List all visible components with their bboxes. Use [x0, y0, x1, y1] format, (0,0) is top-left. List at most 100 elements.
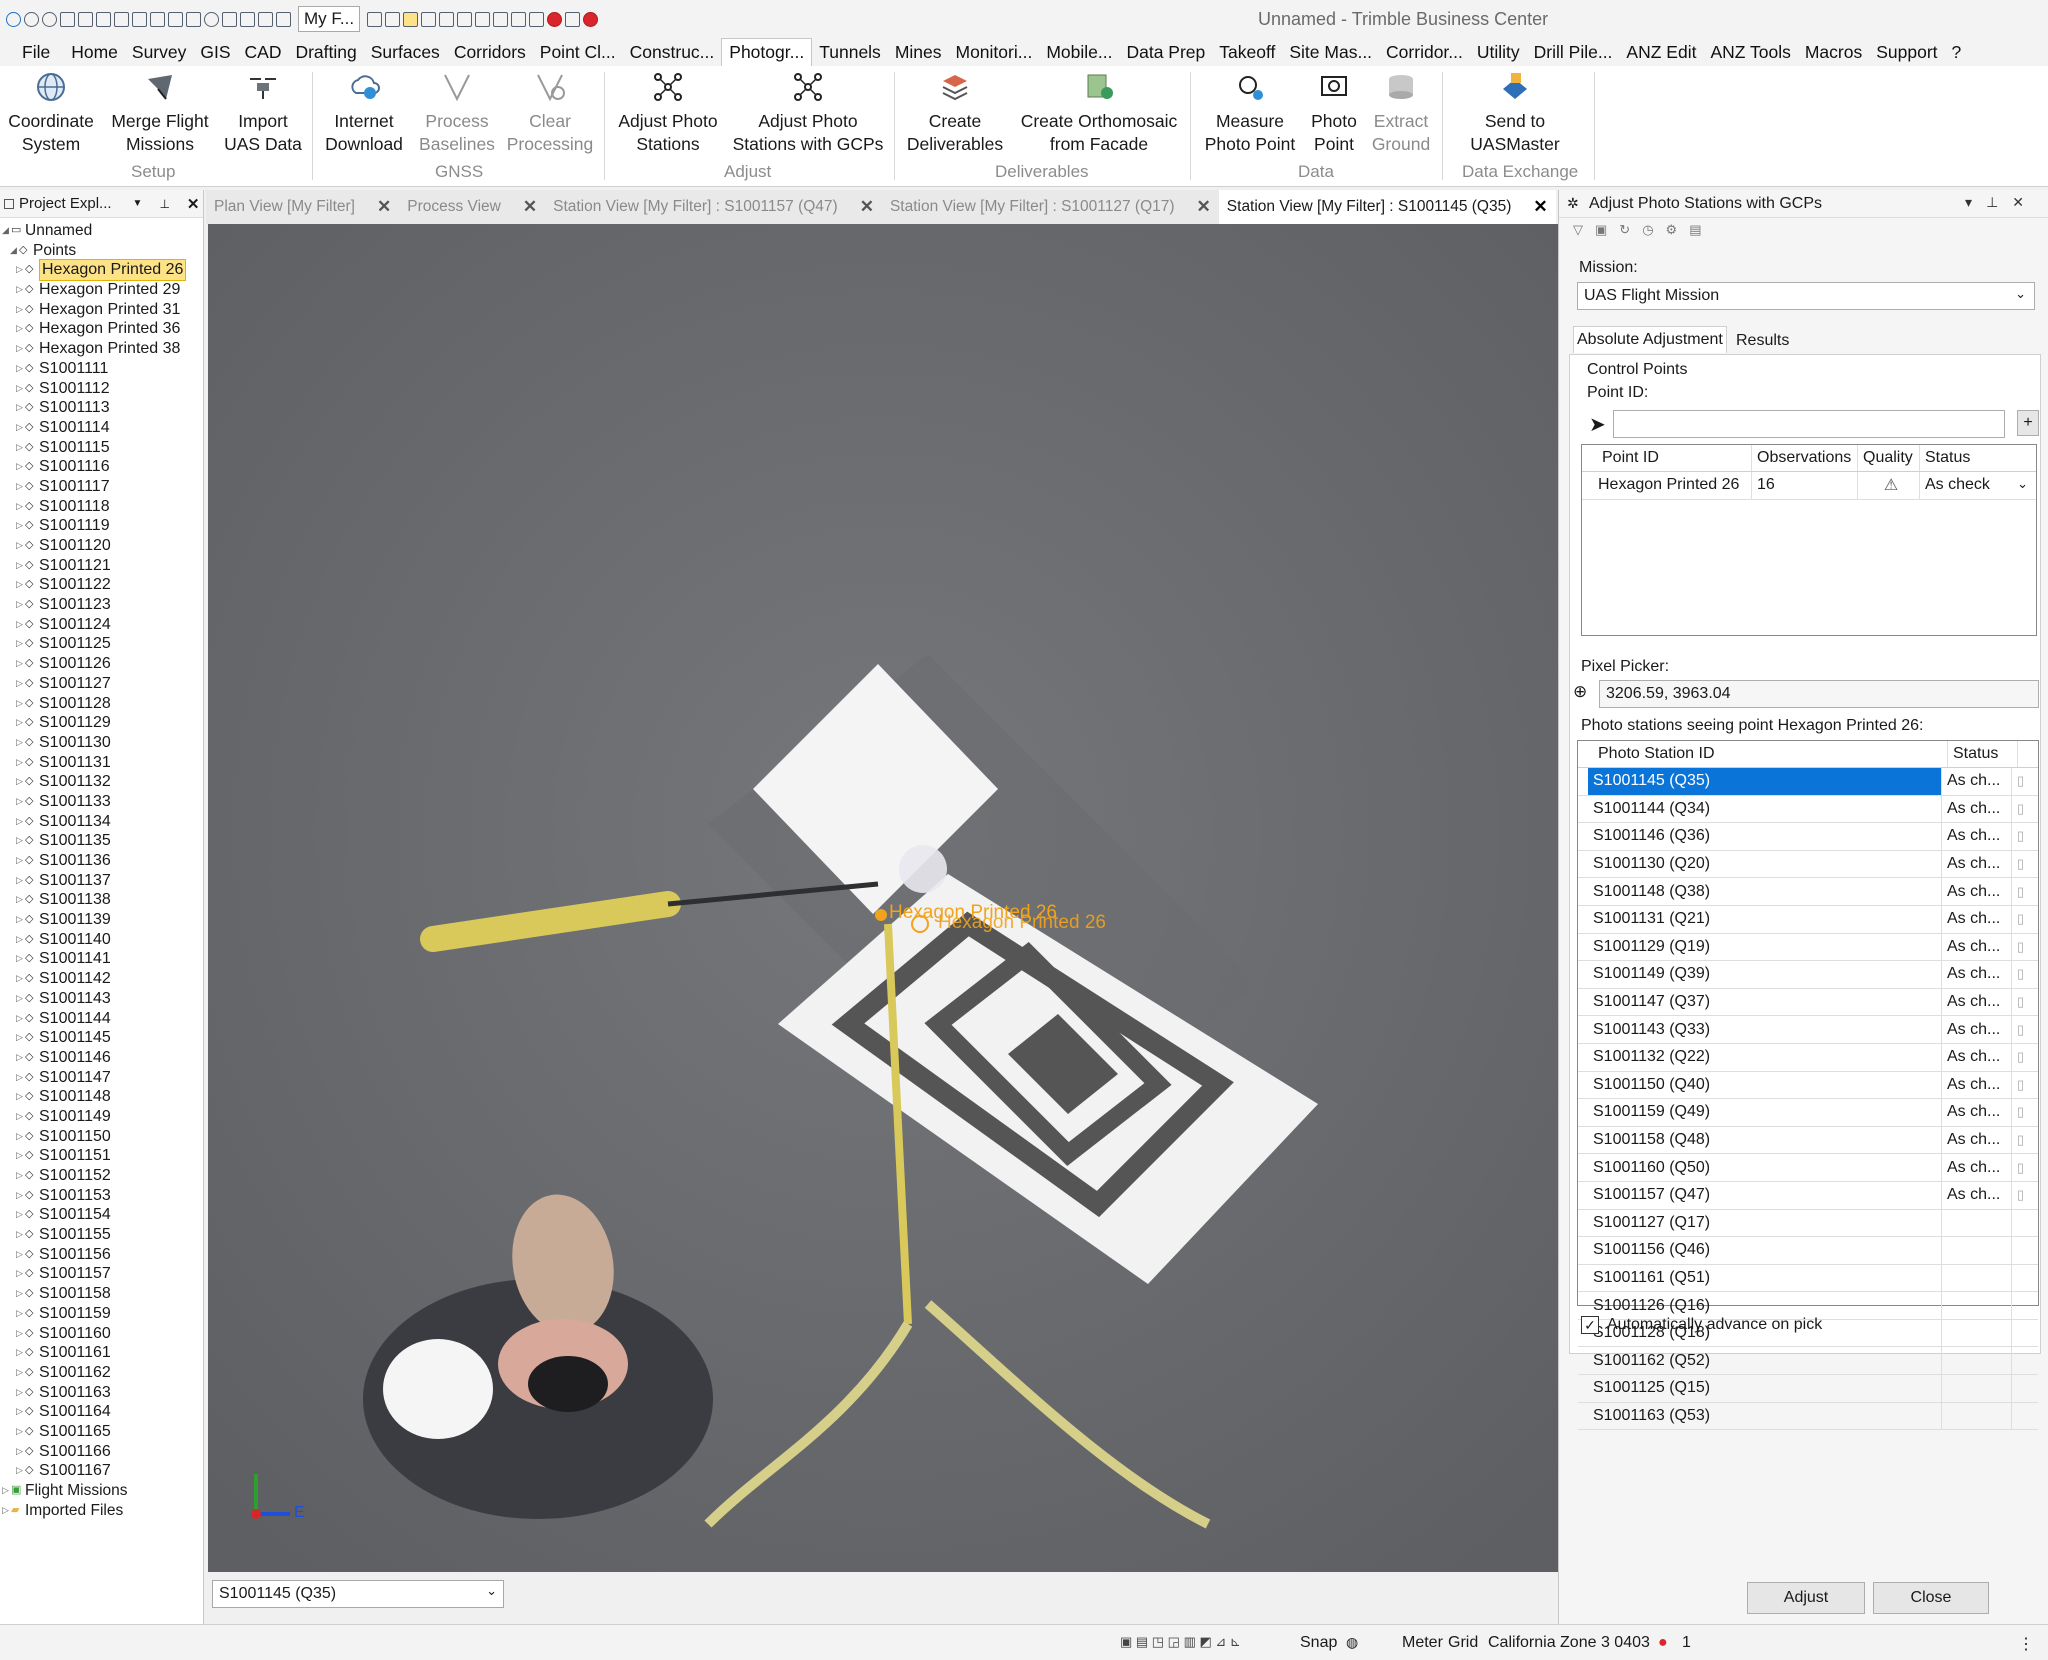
cp-header-status[interactable]: Status [1920, 445, 2034, 471]
expand-icon[interactable]: ▷ [14, 1284, 25, 1304]
expand-icon[interactable]: ▷ [14, 694, 25, 714]
filter-combo[interactable]: My F... [298, 6, 361, 32]
create-orthomosaic-button[interactable]: Create Orthomosaic from Facade [1012, 70, 1186, 156]
undo-icon[interactable] [24, 11, 39, 27]
coordinate-zone-label[interactable]: California Zone 3 0403 [1488, 1634, 1650, 1652]
delete-icon[interactable]: ▯ [2012, 878, 2026, 905]
expand-icon[interactable]: ▷ [14, 379, 25, 399]
measure-icon[interactable] [439, 11, 455, 27]
tree-point-item[interactable]: ▷ ◇ S1001124 [0, 615, 203, 635]
expand-icon[interactable]: ▷ [14, 910, 25, 930]
delete-icon[interactable]: ▯ [2012, 1072, 2026, 1099]
tree-point-item[interactable]: ▷ ◇ S1001137 [0, 871, 203, 891]
tree-point-item[interactable]: ▷ ◇ S1001141 [0, 949, 203, 969]
tree-point-item[interactable]: ▷ ◇ S1001149 [0, 1107, 203, 1127]
more-icon[interactable]: ⋮ [2018, 1634, 2034, 1654]
station-row[interactable]: S1001127 (Q17) [1578, 1209, 2038, 1238]
tab-station-view-q47[interactable]: Station View [My Filter] : S1001157 (Q47… [545, 197, 882, 217]
tree-point-item[interactable]: ▷ ◇ S1001156 [0, 1245, 203, 1265]
delete-icon[interactable]: ▯ [2012, 1127, 2026, 1154]
expand-icon[interactable]: ▷ [14, 1068, 25, 1088]
close-tab-icon[interactable]: ✕ [377, 197, 391, 217]
refresh-icon[interactable]: ↻ [1619, 222, 1630, 240]
station-row[interactable]: S1001157 (Q47) As ch... ▯ [1578, 1181, 2038, 1210]
pan-icon[interactable] [367, 11, 383, 27]
extract-ground-button[interactable]: Extract Ground [1366, 70, 1436, 156]
expand-icon[interactable]: ▷ [14, 300, 25, 320]
expand-icon[interactable]: ▷ [14, 595, 25, 615]
tree-point-item[interactable]: ▷ ◇ S1001122 [0, 575, 203, 595]
tree-point-item[interactable]: ▷ ◇ S1001153 [0, 1186, 203, 1206]
menu-monitoring[interactable]: Monitori... [949, 42, 1040, 63]
expand-icon[interactable]: ▷ [14, 772, 25, 792]
save-icon[interactable] [114, 11, 129, 27]
menu-file[interactable]: File [0, 42, 64, 63]
expand-icon[interactable]: ▷ [14, 1127, 25, 1147]
tree-point-item[interactable]: ▷ ◇ S1001154 [0, 1205, 203, 1225]
expand-icon[interactable]: ▷ [14, 1264, 25, 1284]
tree-imported-files[interactable]: ▷ ▰ Imported Files [0, 1501, 203, 1521]
send-to-uasmaster-button[interactable]: Send to UASMaster [1448, 70, 1582, 156]
expand-icon[interactable]: ▷ [14, 319, 25, 339]
import-uas-data-button[interactable]: Import UAS Data [218, 70, 308, 156]
expand-icon[interactable]: ▷ [14, 615, 25, 635]
tree-point-item[interactable]: ▷ ◇ S1001119 [0, 516, 203, 536]
menu-survey[interactable]: Survey [125, 42, 193, 63]
tree-point-item[interactable]: ▷ ◇ S1001167 [0, 1461, 203, 1481]
delete-icon[interactable]: ▯ [2012, 961, 2026, 988]
expand-icon[interactable]: ▷ [14, 1442, 25, 1462]
delete-icon[interactable]: ▯ [2012, 1154, 2026, 1181]
expand-icon[interactable]: ▷ [14, 1225, 25, 1245]
tree-point-item[interactable]: ▷ ◇ S1001132 [0, 772, 203, 792]
expand-icon[interactable]: ▷ [14, 1383, 25, 1403]
tree-point-item[interactable]: ▷ ◇ S1001164 [0, 1402, 203, 1422]
tree-point-item[interactable]: ▷ ◇ S1001120 [0, 536, 203, 556]
menu-photogrammetry[interactable]: Photogr... [721, 38, 813, 66]
merge-flight-missions-button[interactable]: Merge Flight Missions [106, 70, 214, 156]
menu-corridor[interactable]: Corridor... [1379, 42, 1470, 63]
expand-icon[interactable]: ▷ [14, 457, 25, 477]
grid-label[interactable]: Grid [1448, 1634, 1478, 1652]
tab-station-view-q17[interactable]: Station View [My Filter] : S1001127 (Q17… [882, 197, 1219, 217]
tree-point-item[interactable]: ▷ ◇ S1001126 [0, 654, 203, 674]
menu-support[interactable]: Support [1869, 42, 1944, 63]
stations-header-status[interactable]: Status [1948, 741, 2018, 767]
photo-point-button[interactable]: Photo Point [1306, 70, 1362, 156]
history-icon[interactable]: ◷ [1642, 222, 1653, 240]
tree-point-item[interactable]: ▷ ◇ S1001114 [0, 418, 203, 438]
tree-point-item[interactable]: ▷ ◇ S1001161 [0, 1343, 203, 1363]
station-row[interactable]: S1001156 (Q46) [1578, 1237, 2038, 1265]
expand-icon[interactable]: ▷ [14, 831, 25, 851]
menu-mines[interactable]: Mines [888, 42, 949, 63]
expand-icon[interactable]: ▷ [14, 1146, 25, 1166]
delete-icon[interactable]: ▯ [2012, 906, 2026, 933]
close-icon[interactable]: ✕ [187, 195, 200, 213]
expand-icon[interactable]: ▷ [14, 1009, 25, 1029]
expand-icon[interactable]: ▷ [14, 359, 25, 379]
tree-point-item[interactable]: ▷ ◇ S1001152 [0, 1166, 203, 1186]
add-point-button[interactable]: + [2017, 410, 2039, 436]
help-icon[interactable]: ? [1945, 42, 1969, 63]
delete-icon[interactable]: ▯ [2012, 1099, 2026, 1126]
station-row[interactable]: S1001145 (Q35) As ch... ▯ [1578, 768, 2038, 796]
expand-icon[interactable]: ▷ [14, 516, 25, 536]
cp-header-observations[interactable]: Observations [1752, 445, 1858, 471]
delete-icon[interactable]: ▯ [2012, 768, 2026, 795]
expand-icon[interactable]: ▷ [14, 1186, 25, 1206]
station-row[interactable]: S1001143 (Q33) As ch... ▯ [1578, 1016, 2038, 1044]
expand-icon[interactable]: ▷ [14, 871, 25, 891]
settings-icon[interactable] [132, 11, 147, 27]
expand-icon[interactable]: ▷ [14, 654, 25, 674]
tree-point-item[interactable]: ▷ ◇ S1001139 [0, 910, 203, 930]
expand-icon[interactable]: ▷ [14, 1402, 25, 1422]
cp-status-select[interactable]: As check ⌄ [1920, 472, 2034, 499]
highlight-icon[interactable] [403, 11, 419, 27]
expand-icon[interactable]: ▷ [14, 418, 25, 438]
tree-flight-missions[interactable]: ▷ ▣ Flight Missions [0, 1481, 203, 1501]
expand-icon[interactable]: ▷ [14, 713, 25, 733]
menu-takeoff[interactable]: Takeoff [1212, 42, 1282, 63]
delete-icon[interactable]: ▯ [2012, 851, 2026, 878]
adjust-button[interactable]: Adjust [1747, 1582, 1865, 1614]
cancel-icon[interactable] [583, 11, 599, 27]
expand-icon[interactable]: ▷ [14, 1343, 25, 1363]
